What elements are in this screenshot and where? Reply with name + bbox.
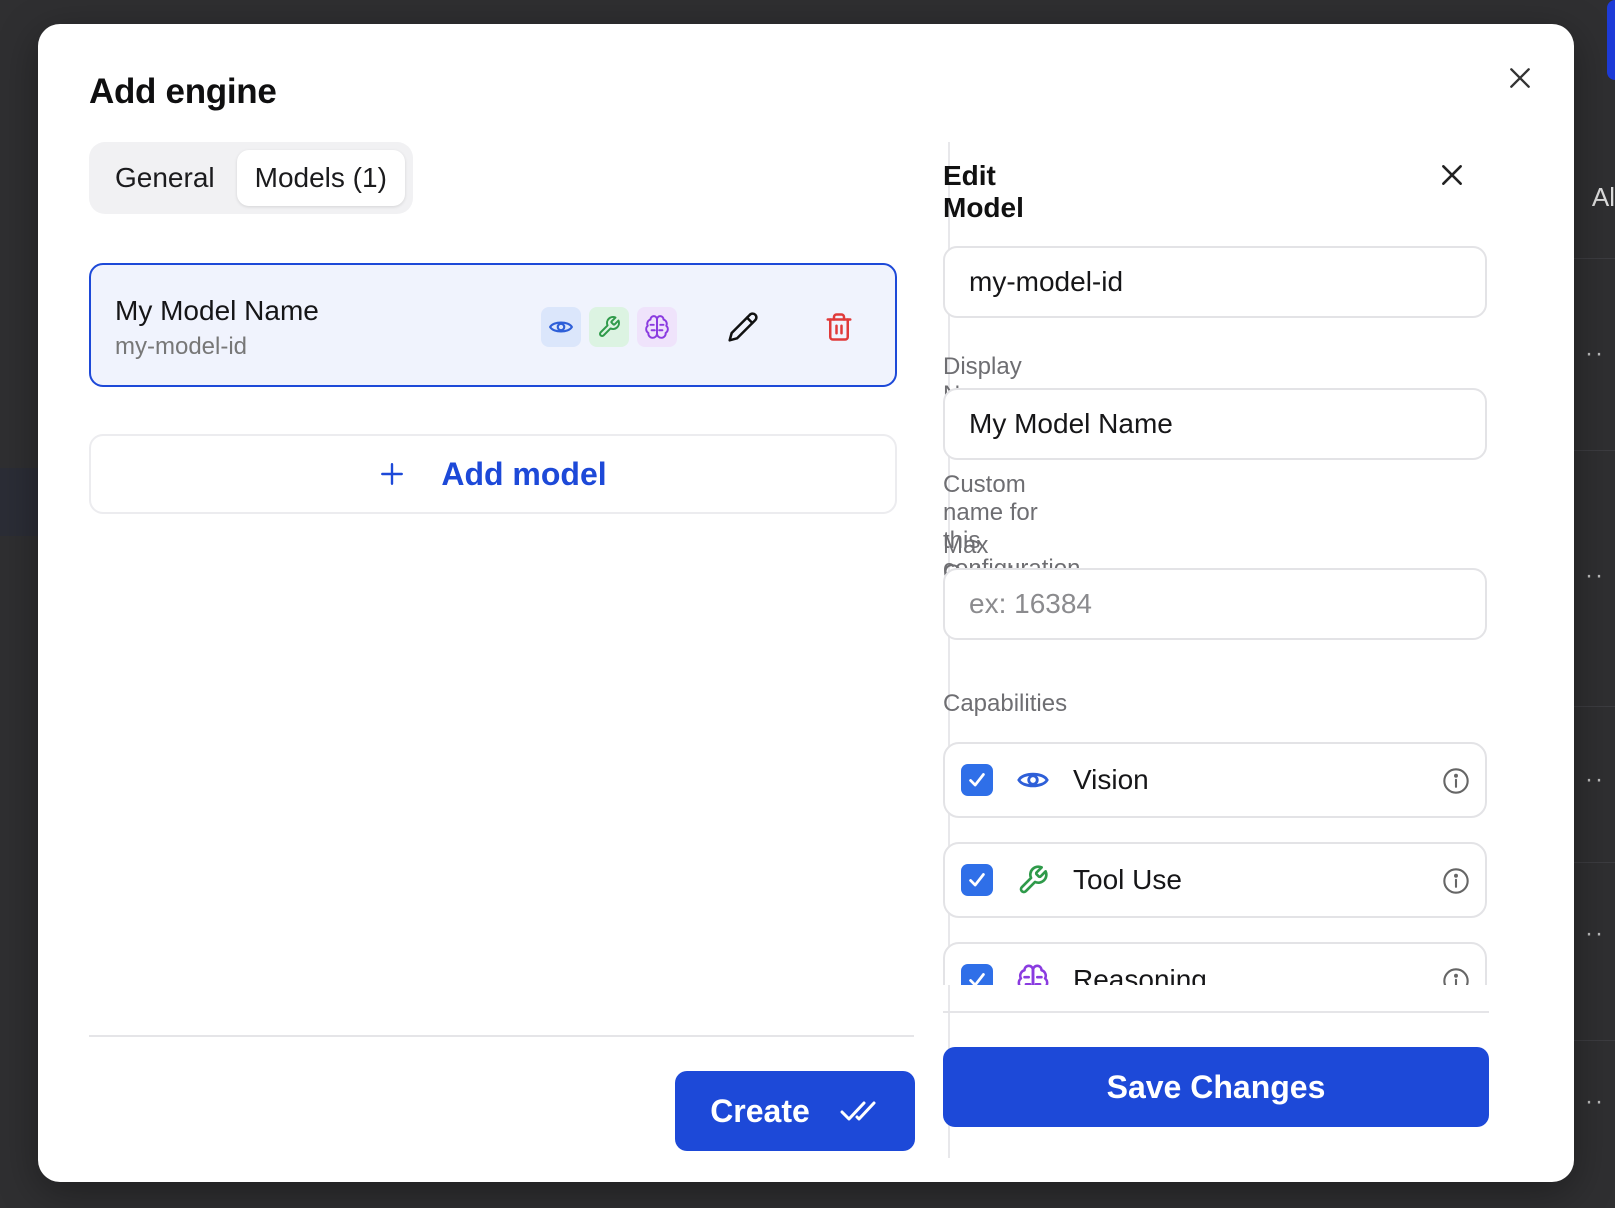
wrench-icon [1015, 862, 1051, 898]
add-model-label: Add model [441, 455, 607, 492]
background-button-edge [1607, 0, 1615, 80]
background-divider [1567, 706, 1615, 707]
eye-icon [1015, 762, 1051, 798]
background-more-icon: ·· [1585, 766, 1605, 793]
tool-use-badge [589, 307, 629, 347]
capability-row-vision[interactable]: Vision [943, 742, 1487, 818]
vision-checkbox[interactable] [961, 764, 993, 796]
tool-use-checkbox[interactable] [961, 864, 993, 896]
capability-row-reasoning[interactable]: Reasoning [943, 942, 1487, 985]
dialog-title: Add engine [89, 72, 277, 111]
background-divider [1567, 258, 1615, 259]
capability-row-tool-use[interactable]: Tool Use [943, 842, 1487, 918]
display-name-input[interactable] [943, 388, 1487, 460]
background-more-icon: ·· [1585, 340, 1605, 367]
model-id-input[interactable] [943, 246, 1487, 318]
info-icon[interactable] [1441, 766, 1471, 796]
wrench-icon [599, 316, 620, 337]
close-edit-panel-button[interactable] [1432, 155, 1472, 195]
eye-icon [548, 321, 574, 333]
brain-icon [1015, 962, 1051, 985]
add-model-button[interactable]: Add model [89, 434, 897, 514]
plus-icon [381, 463, 404, 485]
edit-model-button[interactable] [721, 305, 765, 349]
capabilities-list: Vision Tool Use Reasoning [943, 740, 1489, 985]
background-sidebar-highlight [0, 468, 38, 536]
pencil-icon [728, 312, 758, 342]
info-icon[interactable] [1441, 866, 1471, 896]
edit-panel-title: Edit Model [943, 160, 1024, 223]
trash-icon [826, 313, 852, 341]
check-icon [969, 873, 985, 887]
capability-label: Vision [1073, 764, 1149, 795]
capabilities-label: Capabilities [943, 690, 1068, 717]
create-label: Create [710, 1092, 810, 1129]
close-icon [1510, 68, 1530, 88]
close-icon [1442, 165, 1462, 185]
double-check-icon [840, 1101, 876, 1121]
capability-label: Reasoning [1073, 964, 1207, 985]
brain-icon [645, 315, 669, 339]
info-icon[interactable] [1441, 966, 1471, 985]
model-id: my-model-id [115, 333, 248, 360]
vision-badge [541, 307, 581, 347]
delete-model-button[interactable] [817, 305, 861, 349]
check-icon [969, 773, 985, 787]
background-text: Al [1591, 182, 1615, 212]
background-divider [1567, 450, 1615, 451]
close-dialog-button[interactable] [1500, 58, 1540, 98]
divider [89, 1035, 914, 1037]
background-divider [1567, 1040, 1615, 1041]
check-icon [969, 973, 985, 985]
tab-models[interactable]: Models (1) [236, 150, 405, 206]
model-card[interactable]: My Model Name my-model-id [89, 263, 897, 387]
background-divider [1567, 862, 1615, 863]
tab-general[interactable]: General [97, 150, 233, 206]
create-button[interactable]: Create [675, 1071, 915, 1151]
max-tokens-input[interactable] [943, 568, 1487, 640]
background-more-icon: ·· [1585, 920, 1605, 947]
dialog-tabs: General Models (1) [89, 142, 413, 214]
background-more-icon: ·· [1585, 562, 1605, 589]
background-more-icon: ·· [1585, 1088, 1605, 1115]
reasoning-checkbox[interactable] [961, 964, 993, 985]
reasoning-badge [637, 307, 677, 347]
model-name: My Model Name [115, 295, 319, 326]
capability-label: Tool Use [1073, 864, 1182, 895]
divider [943, 1011, 1489, 1013]
save-changes-button[interactable]: Save Changes [943, 1047, 1489, 1127]
